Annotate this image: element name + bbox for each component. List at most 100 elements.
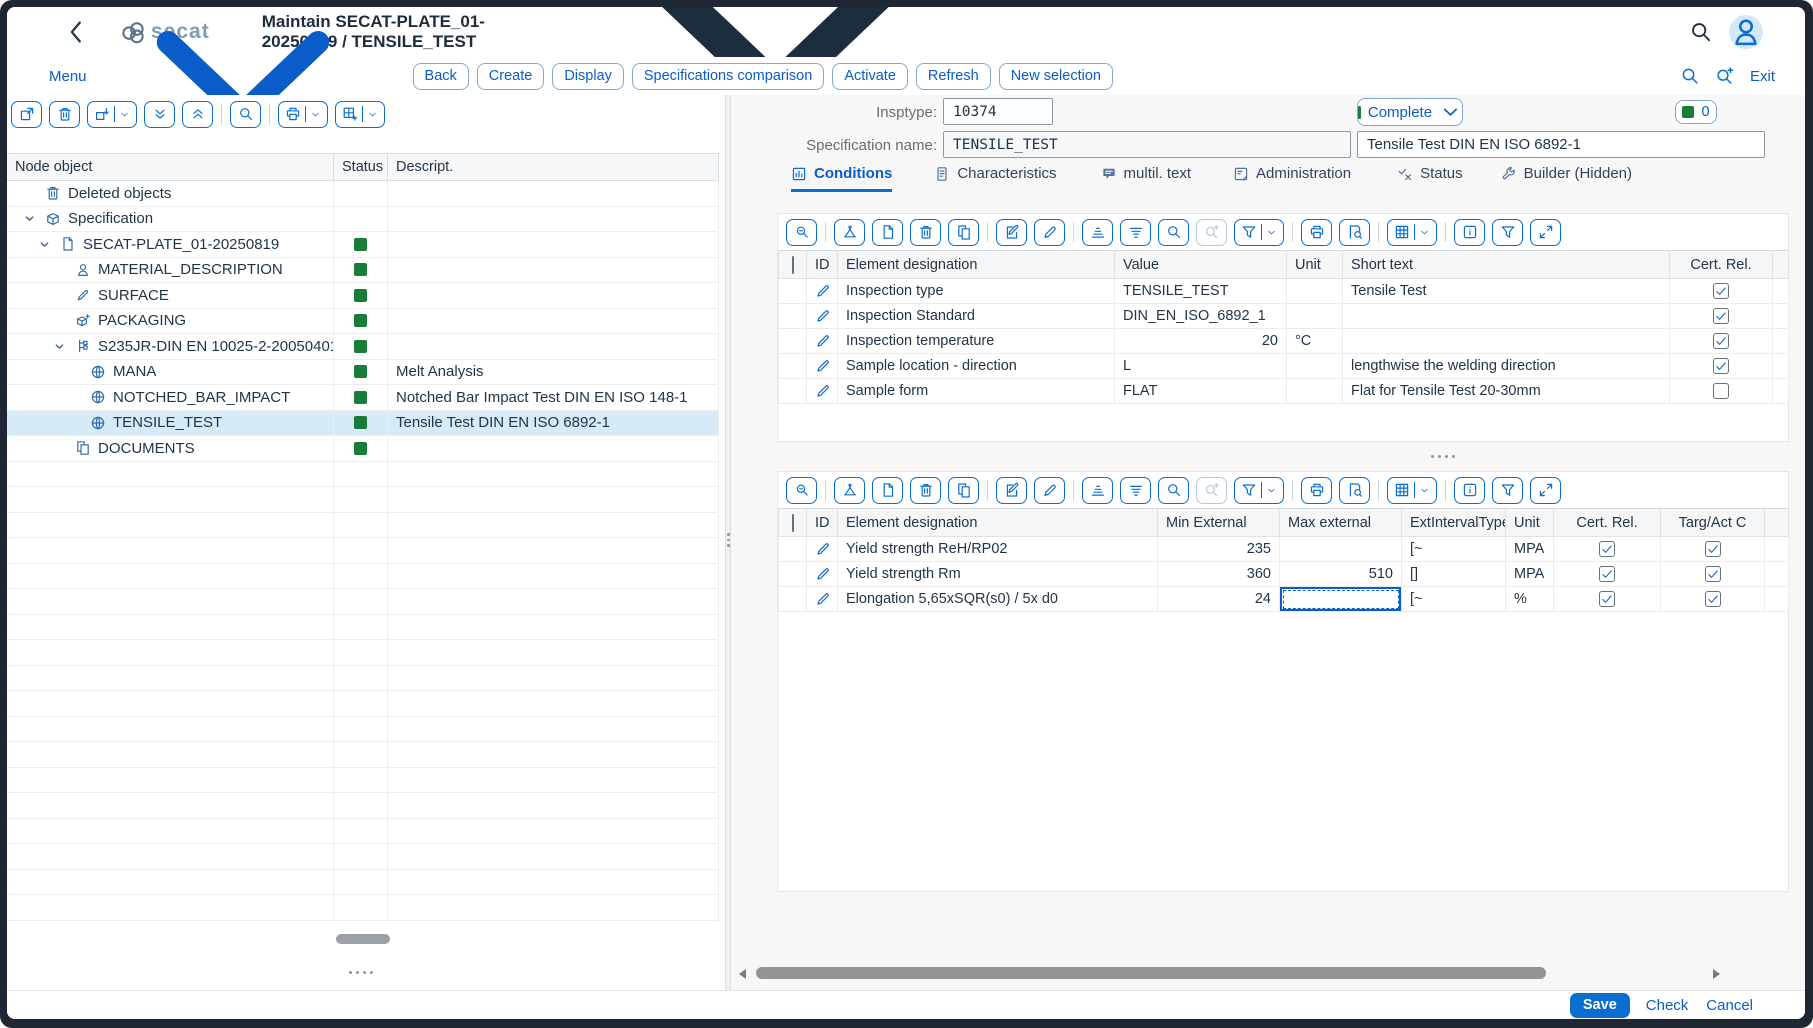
user-avatar[interactable] bbox=[1729, 15, 1763, 49]
chevron-down-icon[interactable] bbox=[1419, 227, 1430, 238]
tree-toolbar-find-button[interactable] bbox=[230, 101, 261, 128]
tree-item-surface[interactable]: SURFACE bbox=[7, 283, 719, 309]
cert-rel-checkbox[interactable] bbox=[1713, 308, 1729, 324]
characteristics-toolbar-sort-descending-button[interactable] bbox=[1120, 477, 1151, 504]
cancel-button[interactable]: Cancel bbox=[1706, 997, 1753, 1014]
value-cell[interactable]: L bbox=[1115, 354, 1287, 379]
conditions-row[interactable]: Sample formFLATFlat for Tensile Test 20-… bbox=[779, 379, 1789, 404]
characteristics-toolbar-filter-button[interactable] bbox=[1234, 477, 1284, 504]
toolbar-button-display[interactable]: Display bbox=[552, 63, 624, 90]
edit-pencil-icon[interactable] bbox=[815, 308, 831, 324]
characteristics-row[interactable]: Yield strength ReH/RP02235[~MPA bbox=[779, 537, 1789, 562]
conditions-toolbar-find-button[interactable] bbox=[1158, 219, 1189, 246]
edit-pencil-icon[interactable] bbox=[815, 333, 831, 349]
detail-horizontal-scrollbar[interactable] bbox=[731, 963, 1805, 983]
header-search-icon[interactable] bbox=[1689, 20, 1713, 44]
characteristics-toolbar-find-button[interactable] bbox=[1158, 477, 1189, 504]
characteristics-row[interactable]: Yield strength Rm360510[]MPA bbox=[779, 562, 1789, 587]
characteristics-toolbar-print-preview-button[interactable] bbox=[1339, 477, 1370, 504]
tree-panel-resize-grip[interactable] bbox=[349, 971, 373, 974]
tab-status[interactable]: Status bbox=[1397, 165, 1463, 192]
exit-button[interactable]: Exit bbox=[1750, 68, 1775, 85]
cert-rel-checkbox[interactable] bbox=[1599, 541, 1615, 557]
tree-toolbar-open-in-window-button[interactable] bbox=[11, 101, 42, 128]
conditions-toolbar-filter-values-button[interactable] bbox=[1492, 219, 1523, 246]
tree-toolbar-print-button[interactable] bbox=[278, 101, 328, 128]
select-all-checkbox[interactable] bbox=[792, 256, 794, 274]
conditions-toolbar-filter-button[interactable] bbox=[1234, 219, 1284, 246]
chevron-down-icon[interactable] bbox=[119, 109, 130, 120]
tree-toolbar-node-actions-button[interactable] bbox=[87, 101, 137, 128]
edit-pencil-icon[interactable] bbox=[815, 541, 831, 557]
conditions-toolbar-inherit-button[interactable] bbox=[834, 219, 865, 246]
tree-toolbar-expand-all-button[interactable] bbox=[144, 101, 175, 128]
characteristics-toolbar-inherit-button[interactable] bbox=[834, 477, 865, 504]
characteristics-row[interactable]: Elongation 5,65xSQR(s0) / 5x d024[~% bbox=[779, 587, 1789, 612]
tab-builder-hidden-[interactable]: Builder (Hidden) bbox=[1501, 165, 1632, 192]
select-all-checkbox[interactable] bbox=[792, 514, 794, 532]
conditions-row[interactable]: Sample location - directionLlengthwise t… bbox=[779, 354, 1789, 379]
chevron-down-icon[interactable] bbox=[1266, 485, 1277, 496]
spec-name-input[interactable]: TENSILE_TEST bbox=[943, 131, 1351, 158]
value-cell[interactable]: 20 bbox=[1115, 329, 1287, 354]
conditions-toolbar-print-preview-button[interactable] bbox=[1339, 219, 1370, 246]
scrollbar-thumb[interactable] bbox=[756, 967, 1546, 979]
tree-item-mana[interactable]: MANAMelt Analysis bbox=[7, 360, 719, 386]
conditions-row[interactable]: Inspection StandardDIN_EN_ISO_6892_1 bbox=[779, 304, 1789, 329]
characteristics-toolbar-display-details-button[interactable] bbox=[786, 477, 817, 504]
edit-pencil-icon[interactable] bbox=[815, 283, 831, 299]
conditions-row[interactable]: Inspection typeTENSILE_TESTTensile Test bbox=[779, 279, 1789, 304]
tree-item-documents[interactable]: DOCUMENTS bbox=[7, 436, 719, 462]
value-cell[interactable]: TENSILE_TEST bbox=[1115, 279, 1287, 304]
toolbar-search-add-icon[interactable] bbox=[1715, 66, 1735, 86]
unit-cell[interactable] bbox=[1287, 279, 1343, 304]
characteristics-toolbar-sort-ascending-button[interactable] bbox=[1082, 477, 1113, 504]
targ-act-checkbox[interactable] bbox=[1705, 591, 1721, 607]
tree-item-s235jr-din-en-10025-2-20050401[interactable]: S235JR-DIN EN 10025-2-20050401 bbox=[7, 334, 719, 360]
characteristics-toolbar-table-view-button[interactable] bbox=[1387, 477, 1437, 504]
conditions-toolbar-sort-ascending-button[interactable] bbox=[1082, 219, 1113, 246]
characteristics-toolbar-print-button[interactable] bbox=[1301, 477, 1332, 504]
unit-cell[interactable]: MPA bbox=[1506, 562, 1554, 587]
check-button[interactable]: Check bbox=[1646, 997, 1689, 1014]
edit-pencil-icon[interactable] bbox=[815, 566, 831, 582]
conditions-row[interactable]: Inspection temperature20°C bbox=[779, 329, 1789, 354]
toolbar-button-create[interactable]: Create bbox=[477, 63, 545, 90]
ext-interval-type-cell[interactable]: [~ bbox=[1402, 587, 1506, 612]
tree-item-packaging[interactable]: PACKAGING bbox=[7, 309, 719, 335]
characteristics-toolbar-create-row-button[interactable] bbox=[872, 477, 903, 504]
cert-rel-checkbox[interactable] bbox=[1713, 383, 1729, 399]
tables-splitter-grip[interactable] bbox=[1431, 455, 1455, 458]
tab-conditions[interactable]: Conditions bbox=[791, 165, 892, 192]
chevron-down-icon[interactable] bbox=[310, 109, 321, 120]
tab-characteristics[interactable]: Characteristics bbox=[934, 165, 1056, 192]
conditions-toolbar-sign-button[interactable] bbox=[1034, 219, 1065, 246]
cert-rel-checkbox[interactable] bbox=[1713, 283, 1729, 299]
conditions-toolbar-delete-row-button[interactable] bbox=[910, 219, 941, 246]
characteristics-toolbar-sign-button[interactable] bbox=[1034, 477, 1065, 504]
toolbar-button-activate[interactable]: Activate bbox=[832, 63, 908, 90]
toolbar-button-new-selection[interactable]: New selection bbox=[999, 63, 1113, 90]
tab-multil-text[interactable]: multil. text bbox=[1101, 165, 1192, 192]
cert-rel-checkbox[interactable] bbox=[1713, 333, 1729, 349]
tree-item-secat-plate-01-20250819[interactable]: SECAT-PLATE_01-20250819 bbox=[7, 232, 719, 258]
ext-interval-type-cell[interactable]: [] bbox=[1402, 562, 1506, 587]
tree-item-deleted-objects[interactable]: Deleted objects bbox=[7, 181, 719, 207]
conditions-toolbar-table-view-button[interactable] bbox=[1387, 219, 1437, 246]
chevron-down-icon[interactable] bbox=[1419, 485, 1430, 496]
spec-description-input[interactable]: Tensile Test DIN EN ISO 6892-1 bbox=[1357, 131, 1765, 158]
min-external-cell[interactable]: 24 bbox=[1158, 587, 1280, 612]
tree-expand-chevron-icon[interactable] bbox=[53, 340, 66, 353]
tree-toolbar-collapse-all-button[interactable] bbox=[182, 101, 213, 128]
save-button[interactable]: Save bbox=[1570, 993, 1630, 1018]
tab-administration[interactable]: Administration bbox=[1233, 165, 1351, 192]
characteristics-toolbar-edit-row-button[interactable] bbox=[996, 477, 1027, 504]
min-external-cell[interactable]: 235 bbox=[1158, 537, 1280, 562]
tree-toolbar-table-settings-button[interactable] bbox=[335, 101, 385, 128]
tree-expand-chevron-icon[interactable] bbox=[23, 212, 36, 225]
max-external-cell[interactable] bbox=[1280, 537, 1402, 562]
characteristics-toolbar-delete-row-button[interactable] bbox=[910, 477, 941, 504]
tree-expand-chevron-icon[interactable] bbox=[38, 238, 51, 251]
value-cell[interactable]: FLAT bbox=[1115, 379, 1287, 404]
toolbar-search-icon[interactable] bbox=[1680, 66, 1700, 86]
